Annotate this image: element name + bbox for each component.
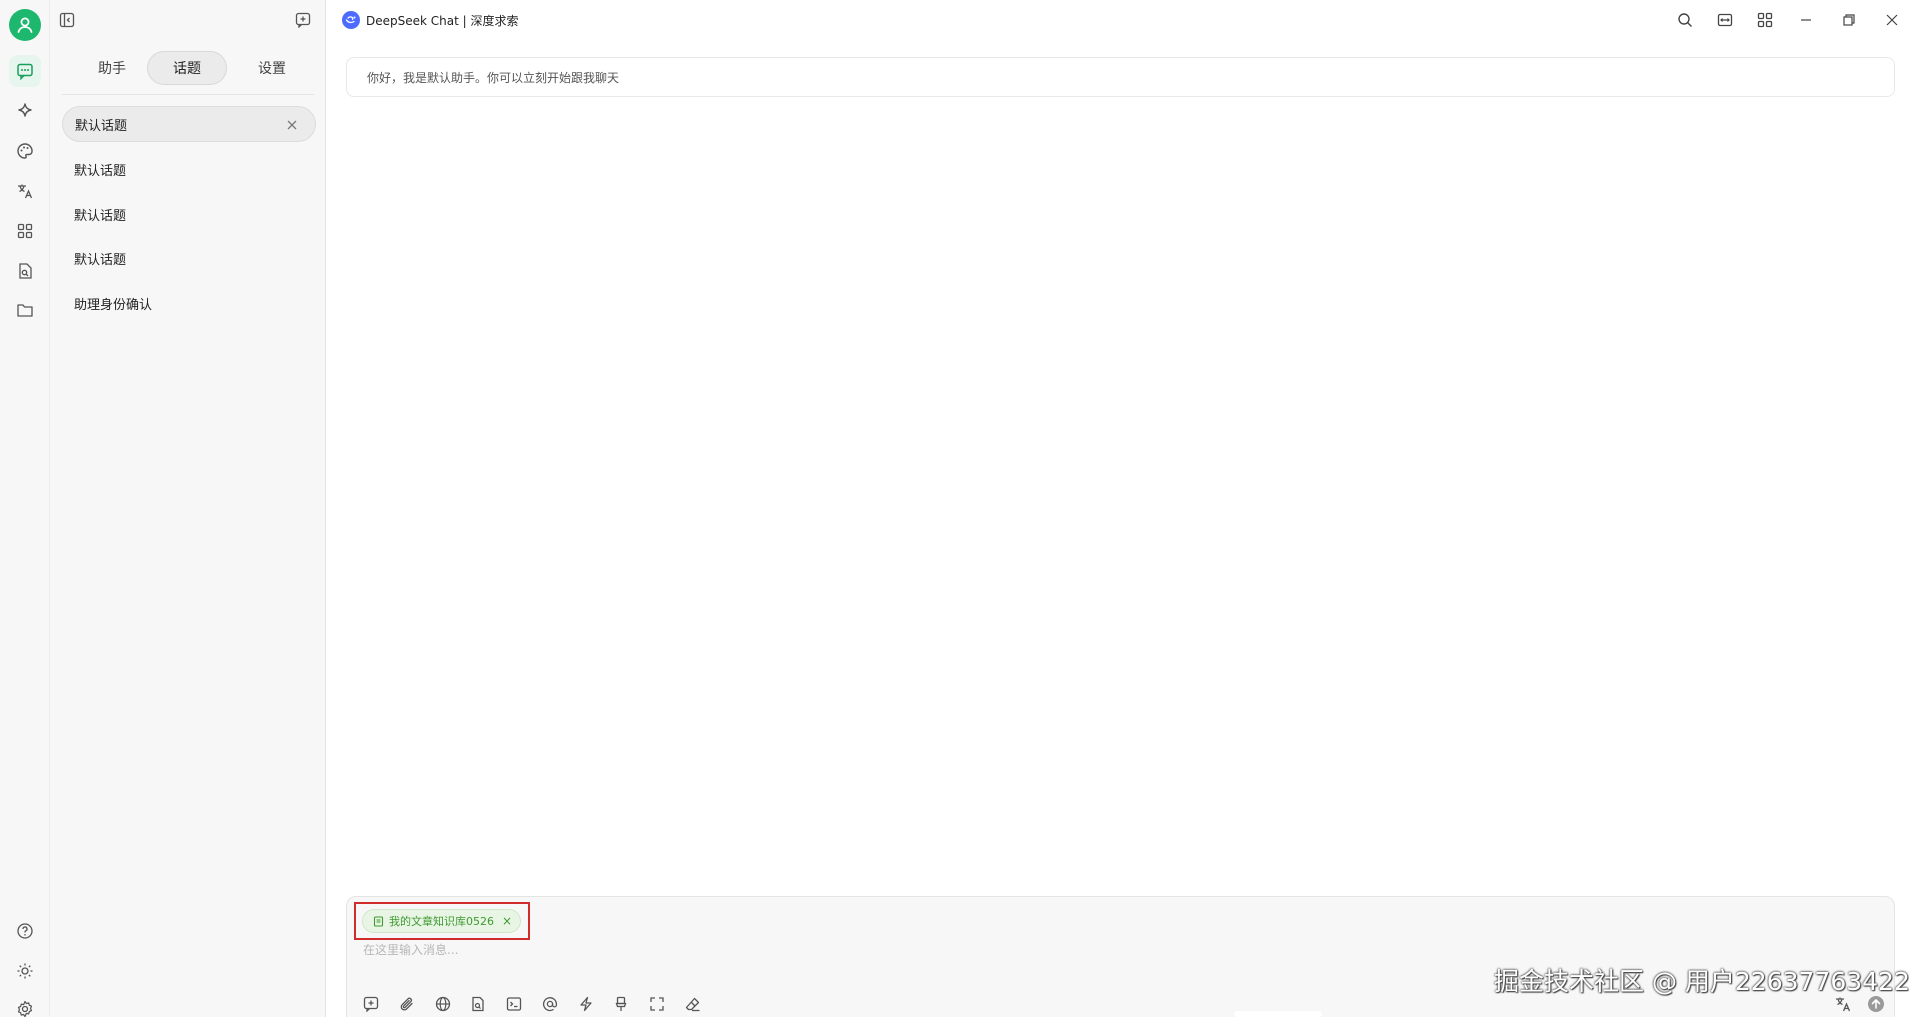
topic-label: 默认话题 (74, 163, 127, 179)
new-topic-icon[interactable] (360, 993, 382, 1015)
help-icon[interactable] (13, 919, 37, 943)
watermark: 掘金技术社区 @ 用户22637763422 (1494, 967, 1910, 996)
remove-tag-icon[interactable]: × (502, 914, 512, 928)
file-search-icon[interactable] (13, 259, 37, 283)
search-icon[interactable] (1674, 9, 1696, 31)
topic-item-active[interactable]: 默认话题 (62, 106, 316, 142)
layout-switch-icon[interactable] (1714, 9, 1736, 31)
quick-phrase-icon[interactable] (575, 993, 597, 1015)
palette-icon[interactable] (13, 139, 37, 163)
new-topic-icon[interactable] (292, 9, 314, 31)
settings-gear-icon[interactable] (13, 997, 37, 1017)
message-input[interactable]: 在这里输入消息... (363, 941, 458, 958)
topic-label: 助理身份确认 (74, 297, 153, 313)
restore-icon[interactable] (1838, 9, 1860, 31)
attachment-icon[interactable] (396, 993, 418, 1015)
window-title: DeepSeek Chat | 深度求索 (366, 14, 519, 28)
topic-label: 默认话题 (75, 118, 128, 134)
icon-rail (0, 0, 50, 1017)
topic-panel: 助手 话题 设置 默认话题 默认话题 默认话题 默认话题 助理身份确认 (50, 0, 326, 1017)
user-avatar-icon[interactable] (9, 9, 41, 41)
tab-settings[interactable]: 设置 (232, 51, 312, 85)
translate-icon[interactable] (13, 179, 37, 203)
terminal-icon[interactable] (503, 993, 525, 1015)
chat-icon[interactable] (9, 55, 41, 87)
topic-item[interactable]: 助理身份确认 (62, 285, 316, 321)
expand-icon[interactable] (646, 993, 668, 1015)
knowledge-base-icon (373, 915, 384, 927)
knowledge-base-tag-label: 我的文章知识库0526 (389, 915, 494, 928)
web-search-icon[interactable] (432, 993, 454, 1015)
mention-icon[interactable] (539, 993, 561, 1015)
folder-icon[interactable] (13, 298, 37, 322)
topic-item[interactable]: 默认话题 (62, 151, 316, 187)
minimize-icon[interactable] (1795, 9, 1817, 31)
resize-handle (1234, 1011, 1322, 1017)
deepseek-logo-icon (342, 11, 360, 29)
topic-item[interactable]: 默认话题 (62, 196, 316, 232)
close-icon[interactable] (283, 116, 301, 134)
tab-assistant[interactable]: 助手 (72, 51, 152, 85)
close-window-icon[interactable] (1881, 9, 1903, 31)
brightness-icon[interactable] (13, 959, 37, 983)
assistant-greeting-message: 你好，我是默认助手。你可以立刻开始跟我聊天 (346, 57, 1895, 97)
knowledge-base-tag[interactable]: 我的文章知识库0526 × (362, 909, 522, 933)
tab-topics[interactable]: 话题 (147, 51, 227, 85)
eraser-icon[interactable] (682, 993, 704, 1015)
collapse-sidebar-icon[interactable] (56, 9, 78, 31)
sparkle-icon[interactable] (13, 99, 37, 123)
apps-grid-icon[interactable] (13, 219, 37, 243)
topic-label: 默认话题 (74, 208, 127, 224)
pin-icon[interactable] (610, 993, 632, 1015)
knowledge-base-icon[interactable] (467, 993, 489, 1015)
tab-divider (62, 94, 314, 95)
message-composer: 我的文章知识库0526 × 在这里输入消息... (346, 896, 1895, 1017)
topic-label: 默认话题 (74, 252, 127, 268)
topic-item[interactable]: 默认话题 (62, 240, 316, 276)
title-bar: DeepSeek Chat | 深度求索 (326, 0, 1910, 40)
minapps-grid-icon[interactable] (1754, 9, 1776, 31)
